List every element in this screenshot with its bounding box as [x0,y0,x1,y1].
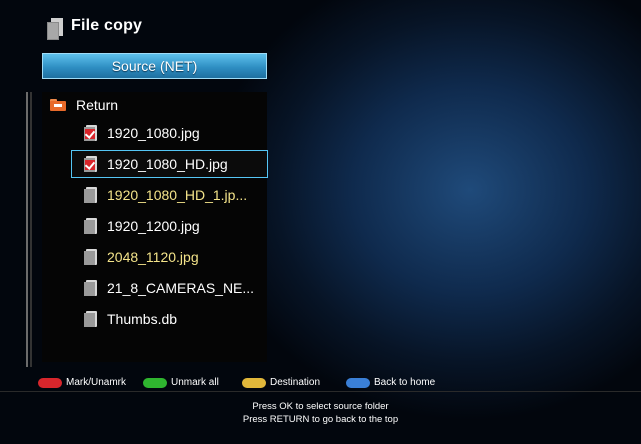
file-name: 1920_1080.jpg [107,125,200,141]
file-item[interactable]: 21_8_CAMERAS_NE... [72,275,267,301]
green-button-icon [143,377,167,388]
blue-key-label: Back to home [374,377,436,388]
file-name: 21_8_CAMERAS_NE... [107,280,255,296]
file-icon [84,280,97,296]
red-key-label: Mark/Unamrk [66,377,127,388]
file-icon [84,311,97,327]
green-key-unmark[interactable]: Unmark all [143,377,219,388]
file-item[interactable]: 2048_1120.jpg [72,244,267,270]
marked-file-icon [84,156,97,172]
marked-file-icon [84,125,97,141]
yellow-button-icon [242,377,266,388]
source-label: Source (NET) [111,58,198,74]
page-title: File copy [71,17,143,34]
return-item[interactable]: Return [42,92,267,118]
file-item[interactable]: 1920_1200.jpg [72,213,267,239]
help-line-2: Press RETURN to go back to the top [242,414,399,425]
red-button-icon [38,377,62,388]
file-item[interactable]: 1920_1080_HD.jpg [71,150,268,178]
blue-key-home[interactable]: Back to home [346,377,435,388]
file-name: 2048_1120.jpg [107,249,199,265]
return-folder-icon [50,99,66,111]
yellow-key-label: Destination [270,377,321,388]
file-item[interactable]: Thumbs.db [72,306,267,332]
help-text: Press OK to select source folder Press R… [0,400,641,426]
return-label: Return [76,97,119,113]
file-icon [84,187,97,203]
list-scrollbar[interactable] [26,92,32,367]
footer-divider [0,391,641,392]
red-key-mark[interactable]: Mark/Unamrk [38,377,126,388]
file-item[interactable]: 1920_1080_HD_1.jp... [72,182,267,208]
file-list: Return 1920_1080.jpg 1920_1080_HD.jpg 1920… [42,92,268,362]
file-name: Thumbs.db [107,311,178,327]
color-key-legend: Mark/Unamrk Unmark all Destination Back … [0,372,641,392]
file-icon [84,249,97,265]
file-icon [47,18,63,40]
blue-button-icon [346,377,370,388]
help-line-1: Press OK to select source folder [252,401,389,412]
file-name: 1920_1200.jpg [107,218,200,234]
source-selector[interactable]: Source (NET) [42,53,267,79]
yellow-key-destination[interactable]: Destination [242,377,320,388]
green-key-label: Unmark all [171,377,219,388]
tv-screen: File copy Source (NET) Return 1920_1080.… [0,0,641,444]
file-name: 1920_1080_HD.jpg [107,156,228,172]
file-item[interactable]: 1920_1080.jpg [72,120,267,146]
file-icon [84,218,97,234]
file-name: 1920_1080_HD_1.jp... [107,187,248,203]
